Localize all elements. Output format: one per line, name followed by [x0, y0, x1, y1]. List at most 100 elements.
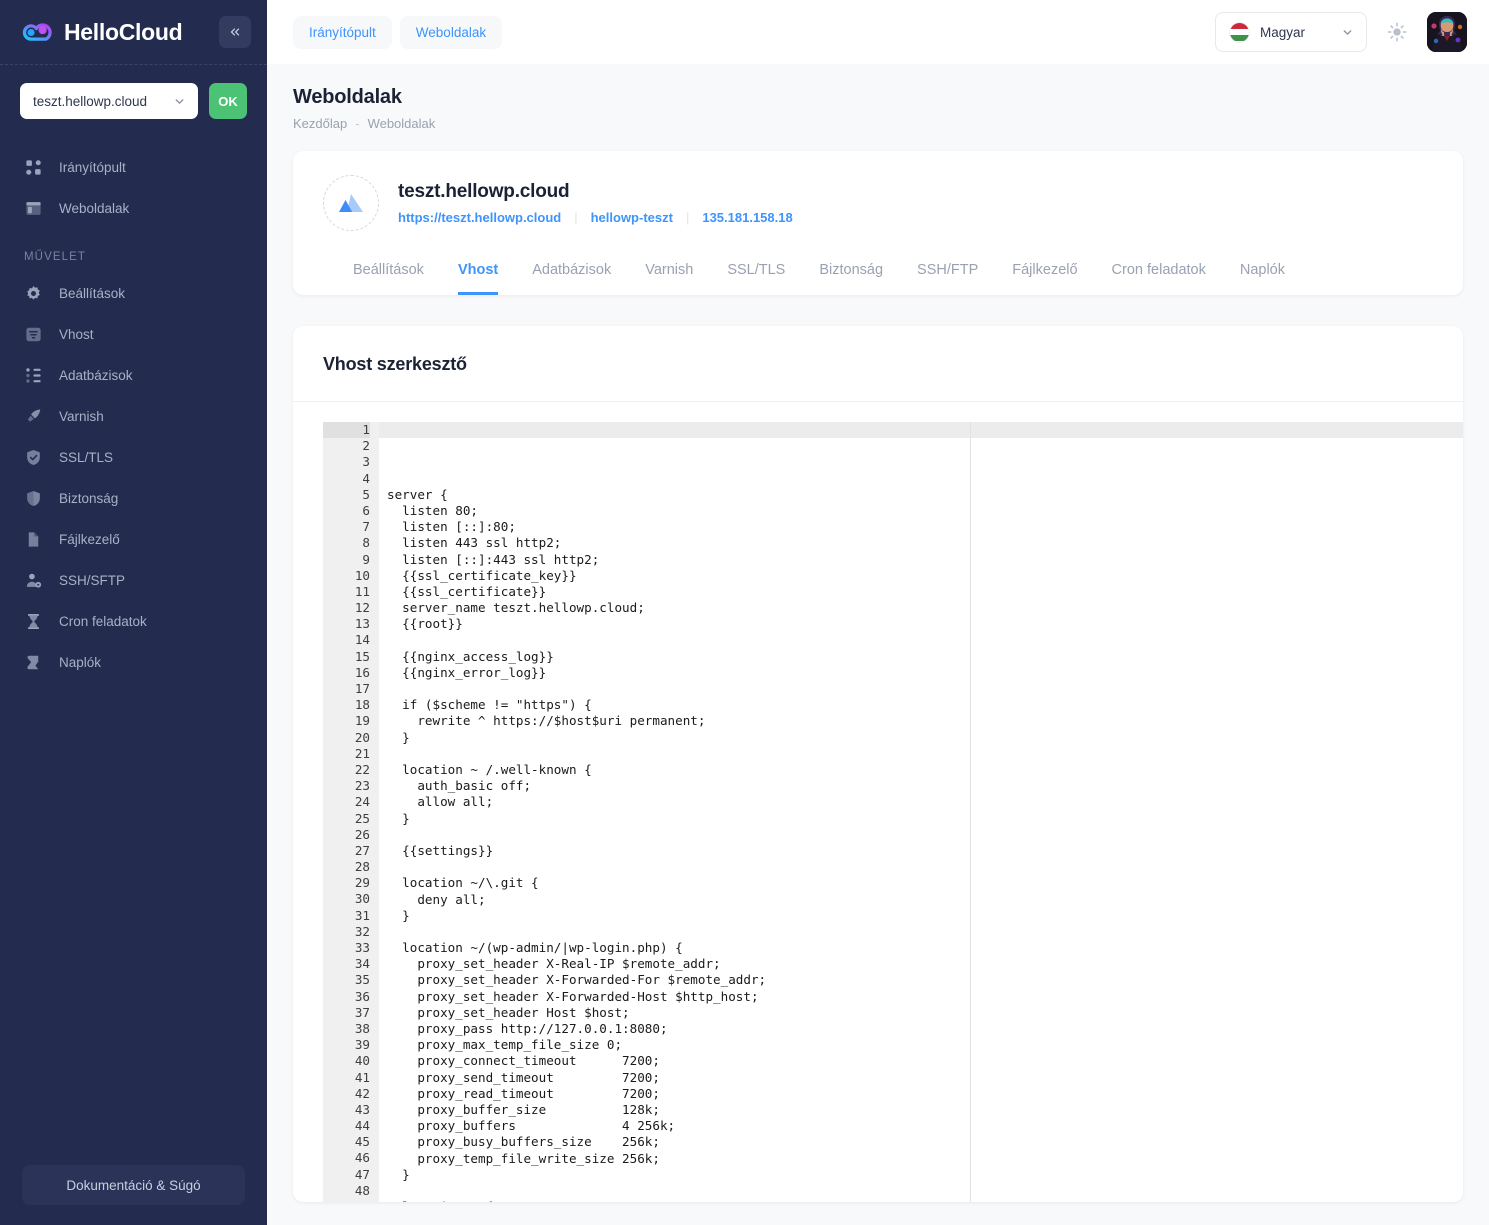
sidebar-item-settings[interactable]: Beállítások: [0, 273, 267, 314]
sidebar-item-varnish[interactable]: Varnish: [0, 396, 267, 437]
line-number: 48: [354, 1182, 370, 1198]
code-line[interactable]: proxy_connect_timeout 7200;: [387, 1053, 1463, 1069]
code-line[interactable]: listen [::]:443 ssl http2;: [387, 552, 1463, 568]
code-line[interactable]: proxy_send_timeout 7200;: [387, 1070, 1463, 1086]
line-number: 14: [354, 632, 370, 648]
code-line[interactable]: listen 443 ssl http2;: [387, 535, 1463, 551]
brand-name: HelloCloud: [64, 18, 183, 45]
line-number: 44: [354, 1118, 370, 1134]
site-url-link[interactable]: https://teszt.hellowp.cloud: [398, 210, 561, 225]
sidebar-item-ssl-tls[interactable]: SSL/TLS: [0, 437, 267, 478]
code-line[interactable]: }: [387, 908, 1463, 924]
topbar-crumb-dashboard[interactable]: Irányítópult: [293, 15, 392, 49]
brand[interactable]: HelloCloud: [22, 16, 183, 49]
tab-vhost[interactable]: Vhost: [457, 262, 499, 295]
code-line[interactable]: proxy_buffers 4 256k;: [387, 1118, 1463, 1134]
code-line[interactable]: proxy_set_header X-Forwarded-Host $http_…: [387, 989, 1463, 1005]
code-line[interactable]: {{nginx_error_log}}: [387, 665, 1463, 681]
code-line[interactable]: {{root}}: [387, 616, 1463, 632]
tab-ssl-tls[interactable]: SSL/TLS: [727, 262, 785, 295]
code-line[interactable]: {{settings}}: [387, 843, 1463, 859]
chevron-double-left-icon: [230, 28, 240, 36]
tab-settings[interactable]: Beállítások: [353, 262, 424, 295]
code-line[interactable]: proxy_busy_buffers_size 256k;: [387, 1134, 1463, 1150]
code-line[interactable]: proxy_set_header X-Forwarded-For $remote…: [387, 972, 1463, 988]
tab-ssh-ftp[interactable]: SSH/FTP: [917, 262, 978, 295]
code-line[interactable]: rewrite ^ https://$host$uri permanent;: [387, 713, 1463, 729]
sidebar-item-file-manager[interactable]: Fájlkezelő: [0, 519, 267, 560]
language-select[interactable]: Magyar: [1215, 12, 1367, 52]
code-content[interactable]: server { listen 80; listen [::]:80; list…: [379, 422, 1463, 1202]
code-line[interactable]: server_name teszt.hellowp.cloud;: [387, 600, 1463, 616]
gear-icon: [27, 285, 40, 300]
code-line[interactable]: [387, 746, 1463, 762]
site-account-link[interactable]: hellowp-teszt: [591, 210, 673, 225]
code-line[interactable]: {{nginx_access_log}}: [387, 649, 1463, 665]
documentation-help-button[interactable]: Dokumentáció & Súgó: [22, 1165, 245, 1205]
sidebar-item-databases[interactable]: Adatbázisok: [0, 355, 267, 396]
line-number: 38: [354, 1020, 370, 1036]
code-line[interactable]: [387, 924, 1463, 940]
code-line[interactable]: [387, 1183, 1463, 1199]
sidebar-item-vhost[interactable]: Vhost: [0, 314, 267, 355]
sidebar-item-ssh-sftp[interactable]: SSH/SFTP: [0, 560, 267, 601]
site-select[interactable]: teszt.hellowp.cloud: [20, 83, 198, 119]
tab-logs[interactable]: Naplók: [1240, 262, 1285, 295]
sidebar-brand-row: HelloCloud: [0, 0, 267, 64]
code-line[interactable]: }: [387, 811, 1463, 827]
site-ip-link[interactable]: 135.181.158.18: [702, 210, 792, 225]
avatar[interactable]: [1427, 12, 1467, 52]
code-line[interactable]: proxy_set_header Host $host;: [387, 1005, 1463, 1021]
code-line[interactable]: location ~ /.well-known {: [387, 762, 1463, 778]
code-line[interactable]: proxy_read_timeout 7200;: [387, 1086, 1463, 1102]
tab-cron-jobs[interactable]: Cron feladatok: [1112, 262, 1206, 295]
sun-icon: [1387, 22, 1407, 42]
sidebar-item-security[interactable]: Biztonság: [0, 478, 267, 519]
site-select-ok-button[interactable]: OK: [209, 83, 247, 119]
code-line[interactable]: allow all;: [387, 794, 1463, 810]
code-line[interactable]: [387, 681, 1463, 697]
code-line[interactable]: }: [387, 730, 1463, 746]
code-line[interactable]: [387, 633, 1463, 649]
code-line[interactable]: deny all;: [387, 892, 1463, 908]
tab-file-manager[interactable]: Fájlkezelő: [1012, 262, 1077, 295]
code-line[interactable]: proxy_temp_file_write_size 256k;: [387, 1151, 1463, 1167]
code-line[interactable]: location / {: [387, 1199, 1463, 1202]
code-line[interactable]: location ~/(wp-admin/|wp-login.php) {: [387, 940, 1463, 956]
code-line[interactable]: if ($scheme != "https") {: [387, 697, 1463, 713]
sidebar-item-websites[interactable]: Weboldalak: [0, 188, 267, 229]
code-lines[interactable]: server { listen 80; listen [::]:80; list…: [387, 487, 1463, 1202]
sidebar-collapse-button[interactable]: [219, 16, 251, 48]
line-number: 37: [354, 1004, 370, 1020]
breadcrumb-home[interactable]: Kezdőlap: [293, 116, 347, 131]
tab-varnish[interactable]: Varnish: [645, 262, 693, 295]
sidebar-item-dashboard[interactable]: Irányítópult: [0, 147, 267, 188]
code-line[interactable]: }: [387, 1167, 1463, 1183]
sidebar-item-label: Naplók: [59, 655, 102, 670]
sidebar-item-label: Adatbázisok: [59, 368, 133, 383]
sidebar-item-logs[interactable]: Naplók: [0, 642, 267, 683]
code-line[interactable]: proxy_max_temp_file_size 0;: [387, 1037, 1463, 1053]
code-line[interactable]: listen 80;: [387, 503, 1463, 519]
sidebar-item-label: Fájlkezelő: [59, 532, 120, 547]
code-editor[interactable]: 1 2 3 4 5 6 7 8 9 10 11 12 13 14 15 16 17 18 19 20 21 22 23 24 2…: [323, 422, 1463, 1202]
code-line[interactable]: server {: [387, 487, 1463, 503]
tab-security[interactable]: Biztonság: [819, 262, 883, 295]
code-line[interactable]: {{ssl_certificate}}: [387, 584, 1463, 600]
page-title: Weboldalak: [293, 86, 402, 108]
sidebar-nav: Irányítópult Weboldalak MŰVELET Beállítá…: [0, 141, 267, 1165]
theme-toggle-button[interactable]: [1384, 19, 1410, 45]
topbar-crumb-websites[interactable]: Weboldalak: [399, 15, 503, 49]
sidebar-item-cron-jobs[interactable]: Cron feladatok: [0, 601, 267, 642]
code-line[interactable]: {{ssl_certificate_key}}: [387, 568, 1463, 584]
code-line[interactable]: proxy_buffer_size 128k;: [387, 1102, 1463, 1118]
code-line[interactable]: auth_basic off;: [387, 778, 1463, 794]
tab-databases[interactable]: Adatbázisok: [532, 262, 611, 295]
code-line[interactable]: [387, 859, 1463, 875]
code-line[interactable]: proxy_set_header X-Real-IP $remote_addr;: [387, 956, 1463, 972]
code-line[interactable]: location ~/\.git {: [387, 875, 1463, 891]
code-line[interactable]: proxy_pass http://127.0.0.1:8080;: [387, 1021, 1463, 1037]
code-line[interactable]: [387, 827, 1463, 843]
code-line[interactable]: listen [::]:80;: [387, 519, 1463, 535]
vhost-editor-wrapper[interactable]: 1 2 3 4 5 6 7 8 9 10 11 12 13 14 15 16 17 18 19 20 21 22 23 24 2…: [293, 402, 1463, 1202]
